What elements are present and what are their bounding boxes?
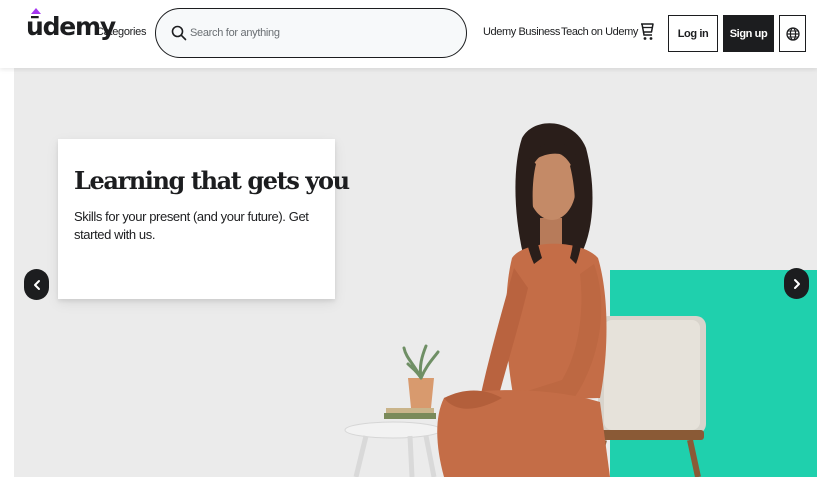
teach-on-udemy-link[interactable]: Teach on Udemy [561, 26, 638, 38]
categories-menu[interactable]: Categories [96, 26, 147, 38]
search-icon[interactable] [170, 24, 188, 42]
top-navigation: ūdemy Categories Udemy Business Teach on… [0, 0, 817, 68]
woman-figure [437, 123, 610, 477]
hero-subtitle: Skills for your present (and your future… [74, 208, 309, 242]
carousel-next-button[interactable] [784, 268, 809, 299]
language-button[interactable] [779, 15, 806, 52]
login-button[interactable]: Log in [668, 15, 718, 52]
udemy-business-link[interactable]: Udemy Business [483, 26, 560, 38]
hero-text-card: Learning that gets you Skills for your p… [58, 139, 350, 299]
chevron-left-icon [33, 279, 40, 290]
chevron-right-icon [793, 278, 800, 289]
carousel-prev-button[interactable] [24, 269, 49, 300]
hero-banner: Learning that gets you Skills for your p… [14, 68, 817, 477]
search-bar[interactable] [155, 8, 467, 58]
cart-icon[interactable] [638, 21, 658, 43]
signup-button[interactable]: Sign up [723, 15, 774, 52]
search-input[interactable] [190, 23, 450, 43]
globe-icon [785, 26, 800, 41]
side-table [344, 344, 442, 477]
hero-title: Learning that gets you [74, 166, 350, 195]
